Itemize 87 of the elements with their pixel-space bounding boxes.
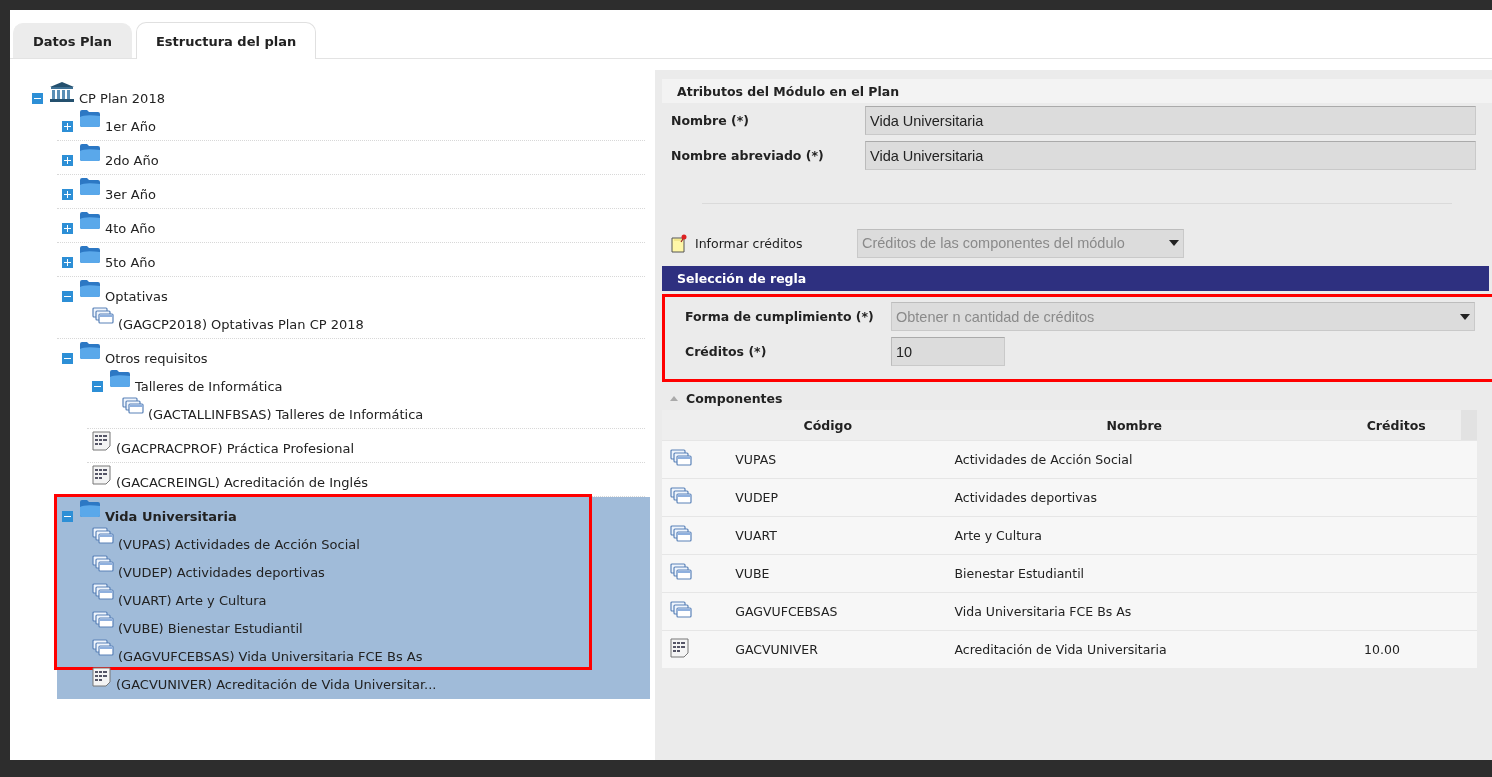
folder-icon [79, 177, 101, 196]
tree-item[interactable]: 4to Año [105, 221, 156, 237]
folder-icon [79, 279, 101, 298]
table-cell: VUDEP [718, 478, 938, 517]
expand-toggle[interactable] [62, 155, 73, 166]
stacked-windows-icon [122, 397, 144, 415]
caret-icon [1169, 240, 1179, 246]
folder-icon [79, 109, 101, 128]
table-cell: Bienestar Estudiantil [937, 554, 1332, 593]
tree-item[interactable]: 2do Año [105, 153, 159, 169]
text-field[interactable]: 10 [891, 337, 1005, 366]
tree-item[interactable]: Otros requisitos [105, 351, 208, 367]
section-header: Atributos del Módulo en el Plan [662, 79, 1492, 103]
section-band: Selección de regla [662, 266, 1489, 291]
table-cell: Vida Universitaria FCE Bs As [937, 592, 1332, 631]
expand-toggle[interactable] [62, 353, 73, 364]
stacked-windows-icon [670, 449, 692, 467]
tree-item[interactable]: Optativas [105, 289, 168, 305]
table-cell: Actividades deportivas [937, 478, 1332, 517]
table-cell: Acreditación de Vida Universitaria [937, 630, 1332, 668]
table-cell: VUPAS [718, 440, 938, 479]
field-label: Nombre abreviado (*) [671, 148, 825, 163]
tree-item[interactable]: (GACPRACPROF) Práctica Profesional [116, 441, 355, 457]
stacked-windows-icon [92, 639, 114, 657]
column-header: Créditos [1331, 410, 1462, 441]
field-label: Nombre (*) [671, 113, 750, 128]
document-grid-icon [92, 465, 112, 485]
stacked-windows-icon [670, 525, 692, 543]
folder-icon [79, 245, 101, 264]
tree-item[interactable]: CP Plan 2018 [79, 91, 165, 107]
tree-item[interactable]: Talleres de Informática [135, 379, 283, 395]
tree-item[interactable]: 3er Año [105, 187, 156, 203]
folder-icon [79, 211, 101, 230]
folder-icon [79, 341, 101, 360]
expand-toggle[interactable] [62, 189, 73, 200]
stacked-windows-icon [92, 527, 114, 545]
tree-item[interactable]: 5to Año [105, 255, 156, 271]
expand-toggle[interactable] [62, 257, 73, 268]
tab[interactable]: Datos Plan [13, 23, 132, 58]
stacked-windows-icon [670, 601, 692, 619]
tree-item[interactable]: (GACVUNIVER) Acreditación de Vida Universitar... [116, 677, 437, 693]
folder-icon [79, 143, 101, 162]
stacked-windows-icon [92, 555, 114, 573]
stacked-windows-icon [92, 611, 114, 629]
expand-toggle[interactable] [62, 121, 73, 132]
note-pin-icon [671, 233, 689, 253]
stacked-windows-icon [92, 583, 114, 601]
tree-item[interactable]: (GACTALLINFBSAS) Talleres de Informática [148, 407, 424, 423]
stacked-windows-icon [670, 487, 692, 505]
tree-item[interactable]: (GACACREINGL) Acreditación de Inglés [116, 475, 368, 491]
tree-item[interactable]: (VUPAS) Actividades de Acción Social [118, 537, 360, 553]
expand-toggle[interactable] [62, 291, 73, 302]
tree-item[interactable]: (VUART) Arte y Cultura [118, 593, 267, 609]
text-field[interactable]: Vida Universitaria [865, 106, 1476, 135]
expand-toggle[interactable] [92, 381, 103, 392]
expand-toggle[interactable] [62, 511, 73, 522]
field-label: Informar créditos [695, 235, 803, 251]
table-cell: 10.00 [1331, 630, 1462, 668]
stacked-windows-icon [92, 307, 114, 325]
tree-item[interactable]: (VUDEP) Actividades deportivas [118, 565, 325, 581]
tree-item[interactable]: 1er Año [105, 119, 156, 135]
tree-item[interactable]: (GAGCP2018) Optativas Plan CP 2018 [118, 317, 364, 333]
table-cell: VUBE [718, 554, 938, 593]
table-cell: GAGVUFCEBSAS [718, 592, 938, 631]
tab[interactable]: Estructura del plan [136, 22, 317, 59]
folder-icon [79, 499, 101, 518]
building-icon [49, 81, 75, 103]
text-field[interactable]: Vida Universitaria [865, 141, 1476, 170]
table-cell: Actividades de Acción Social [937, 440, 1332, 479]
folder-icon [109, 369, 131, 388]
tree-item[interactable]: (GAGVUFCEBSAS) Vida Universitaria FCE Bs As [118, 649, 423, 665]
document-grid-icon [670, 638, 690, 658]
table-cell: Arte y Cultura [937, 516, 1332, 555]
caret-icon [1460, 313, 1470, 320]
expand-toggle[interactable] [32, 93, 43, 104]
table-cell: GACVUNIVER [718, 630, 938, 668]
field-label: Forma de cumplimiento (*) [684, 309, 875, 324]
tree-item[interactable]: Vida Universitaria [105, 509, 237, 525]
expand-toggle[interactable] [62, 223, 73, 234]
document-grid-icon [92, 431, 112, 451]
document-grid-icon [92, 667, 112, 687]
section-title: Componentes [686, 391, 783, 406]
tree-item[interactable]: (VUBE) Bienestar Estudiantil [118, 621, 303, 637]
collapse-toggle[interactable] [670, 396, 678, 401]
table-cell: VUART [718, 516, 938, 555]
stacked-windows-icon [670, 563, 692, 581]
field-label: Créditos (*) [684, 344, 768, 359]
